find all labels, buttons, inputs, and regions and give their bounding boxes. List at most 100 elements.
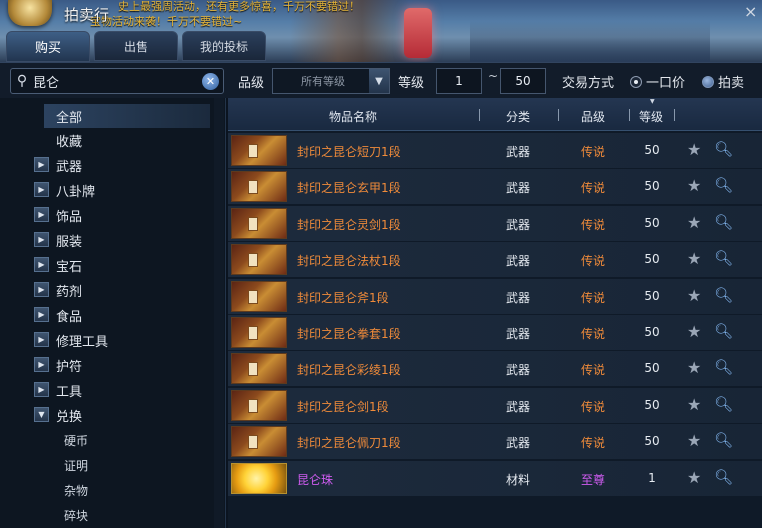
- category-subitem-coin[interactable]: 硬币: [0, 428, 214, 452]
- triangle-right-icon[interactable]: ▶: [34, 207, 49, 222]
- category-label: 硬币: [64, 433, 89, 448]
- radio-auction[interactable]: 拍卖: [702, 72, 744, 91]
- triangle-down-icon[interactable]: ▼: [34, 407, 49, 422]
- item-grade: 传说: [581, 326, 606, 341]
- item-category: 武器: [506, 290, 531, 305]
- category-item-all[interactable]: 全部: [44, 104, 210, 128]
- category-subitem-fragment[interactable]: 碎块: [0, 503, 214, 527]
- table-row[interactable]: 封印之昆仑法杖1段 武器 传说 50 ★ 🔍︎: [228, 242, 762, 278]
- item-name[interactable]: 封印之昆仑彩绫1段: [297, 361, 401, 378]
- col-header-category[interactable]: 分类: [506, 108, 530, 125]
- category-subitem-misc[interactable]: 杂物: [0, 478, 214, 502]
- item-name[interactable]: 封印之昆仑斧1段: [297, 289, 389, 306]
- category-item-favorites[interactable]: 收藏: [0, 128, 214, 152]
- table-row[interactable]: 封印之昆仑短刀1段 武器 传说 50 ★ 🔍︎: [228, 133, 762, 168]
- col-header-name[interactable]: 物品名称: [329, 108, 377, 125]
- search-input[interactable]: [33, 73, 193, 89]
- item-category: 武器: [506, 436, 531, 451]
- star-icon[interactable]: ★: [687, 176, 701, 195]
- category-item-weapon[interactable]: ▶ 武器: [0, 153, 214, 177]
- magnifier-icon[interactable]: 🔍︎: [714, 322, 733, 340]
- table-row[interactable]: 封印之昆仑玄甲1段 武器 传说 50 ★ 🔍︎: [228, 169, 762, 205]
- star-icon[interactable]: ★: [687, 395, 701, 414]
- item-icon: [231, 426, 287, 458]
- magnifier-icon[interactable]: 🔍︎: [714, 286, 733, 304]
- star-icon[interactable]: ★: [687, 431, 701, 450]
- star-icon[interactable]: ★: [687, 358, 701, 377]
- category-item-repair-tools[interactable]: ▶ 修理工具: [0, 328, 214, 352]
- table-row[interactable]: 昆仑珠 材料 至尊 1 ★ 🔍︎: [228, 460, 762, 496]
- star-icon[interactable]: ★: [687, 322, 701, 341]
- table-row[interactable]: 封印之昆仑彩绫1段 武器 传说 50 ★ 🔍︎: [228, 351, 762, 387]
- triangle-right-icon[interactable]: ▶: [34, 257, 49, 272]
- triangle-right-icon[interactable]: ▶: [34, 332, 49, 347]
- item-name[interactable]: 封印之昆仑剑1段: [297, 398, 389, 415]
- category-item-accessory[interactable]: ▶ 饰品: [0, 203, 214, 227]
- item-name[interactable]: 昆仑珠: [297, 471, 333, 488]
- category-item-food[interactable]: ▶ 食品: [0, 303, 214, 327]
- close-icon[interactable]: ×: [744, 2, 757, 21]
- category-item-tools[interactable]: ▶ 工具: [0, 378, 214, 402]
- star-icon[interactable]: ★: [687, 213, 701, 232]
- triangle-right-icon[interactable]: ▶: [34, 382, 49, 397]
- category-item-gem[interactable]: ▶ 宝石: [0, 253, 214, 277]
- magnifier-icon[interactable]: 🔍︎: [714, 213, 733, 231]
- magnifier-icon[interactable]: 🔍︎: [714, 358, 733, 376]
- star-icon[interactable]: ★: [687, 249, 701, 268]
- chevron-down-icon[interactable]: ▼: [369, 69, 389, 93]
- table-row[interactable]: 封印之昆仑剑1段 武器 传说 50 ★ 🔍︎: [228, 387, 762, 423]
- trade-mode-label: 交易方式: [562, 76, 615, 91]
- item-name[interactable]: 封印之昆仑玄甲1段: [297, 179, 401, 196]
- item-level: 50: [644, 215, 660, 230]
- star-icon[interactable]: ★: [687, 468, 701, 487]
- triangle-right-icon[interactable]: ▶: [34, 307, 49, 322]
- category-item-costume[interactable]: ▶ 服装: [0, 228, 214, 252]
- magnifier-icon[interactable]: 🔍︎: [714, 395, 733, 413]
- table-body: 封印之昆仑短刀1段 武器 传说 50 ★ 🔍︎ 封印之昆仑玄甲1段 武器 传说 50 ★ 🔍︎ 封印之昆…: [228, 133, 762, 497]
- level-min-input[interactable]: 1: [436, 68, 482, 94]
- item-icon: [231, 171, 287, 203]
- level-max-input[interactable]: 50: [500, 68, 546, 94]
- tab-buy[interactable]: 购买: [6, 31, 90, 62]
- table-row[interactable]: 封印之昆仑佩刀1段 武器 传说 50 ★ 🔍︎: [228, 424, 762, 460]
- category-item-potion[interactable]: ▶ 药剂: [0, 278, 214, 302]
- item-name[interactable]: 封印之昆仑拳套1段: [297, 325, 401, 342]
- magnifier-icon[interactable]: 🔍︎: [714, 468, 733, 486]
- magnifier-icon[interactable]: 🔍︎: [714, 249, 733, 267]
- item-name[interactable]: 封印之昆仑法杖1段: [297, 252, 401, 269]
- magnifier-icon[interactable]: 🔍︎: [714, 176, 733, 194]
- sidebar-scrollbar[interactable]: [214, 98, 224, 528]
- category-subitem-proof[interactable]: 证明: [0, 453, 214, 477]
- category-item-bagua[interactable]: ▶ 八卦牌: [0, 178, 214, 202]
- item-grade: 传说: [581, 290, 606, 305]
- triangle-right-icon[interactable]: ▶: [34, 232, 49, 247]
- col-header-grade[interactable]: 品级: [581, 108, 605, 125]
- magnifier-icon[interactable]: 🔍︎: [714, 140, 733, 158]
- grade-select-value: 所有等级: [301, 75, 345, 88]
- radio-buyout-dot[interactable]: [630, 75, 642, 88]
- category-item-talisman[interactable]: ▶ 护符: [0, 353, 214, 377]
- triangle-right-icon[interactable]: ▶: [34, 282, 49, 297]
- tab-sell[interactable]: 出售: [94, 31, 178, 61]
- triangle-right-icon[interactable]: ▶: [34, 357, 49, 372]
- star-icon[interactable]: ★: [687, 286, 701, 305]
- triangle-right-icon[interactable]: ▶: [34, 157, 49, 172]
- item-name[interactable]: 封印之昆仑佩刀1段: [297, 434, 401, 451]
- item-name[interactable]: 封印之昆仑灵剑1段: [297, 216, 401, 233]
- grade-select[interactable]: 所有等级 ▼: [272, 68, 390, 94]
- category-item-exchange[interactable]: ▼ 兑换: [0, 403, 214, 427]
- triangle-right-icon[interactable]: ▶: [34, 182, 49, 197]
- item-grade: 传说: [581, 363, 606, 378]
- table-row[interactable]: 封印之昆仑斧1段 武器 传说 50 ★ 🔍︎: [228, 278, 762, 314]
- seal-icon: [248, 289, 258, 304]
- tab-my-bids[interactable]: 我的投标: [182, 31, 266, 61]
- radio-buyout[interactable]: 一口价: [630, 72, 685, 91]
- item-name[interactable]: 封印之昆仑短刀1段: [297, 143, 401, 160]
- table-row[interactable]: 封印之昆仑拳套1段 武器 传说 50 ★ 🔍︎: [228, 314, 762, 350]
- magnifier-icon[interactable]: 🔍︎: [714, 431, 733, 449]
- table-row[interactable]: 封印之昆仑灵剑1段 武器 传说 50 ★ 🔍︎: [228, 205, 762, 241]
- radio-auction-dot[interactable]: [702, 75, 714, 88]
- col-header-level[interactable]: 等级: [639, 108, 663, 125]
- clear-icon[interactable]: ✕: [202, 73, 219, 90]
- star-icon[interactable]: ★: [687, 140, 701, 159]
